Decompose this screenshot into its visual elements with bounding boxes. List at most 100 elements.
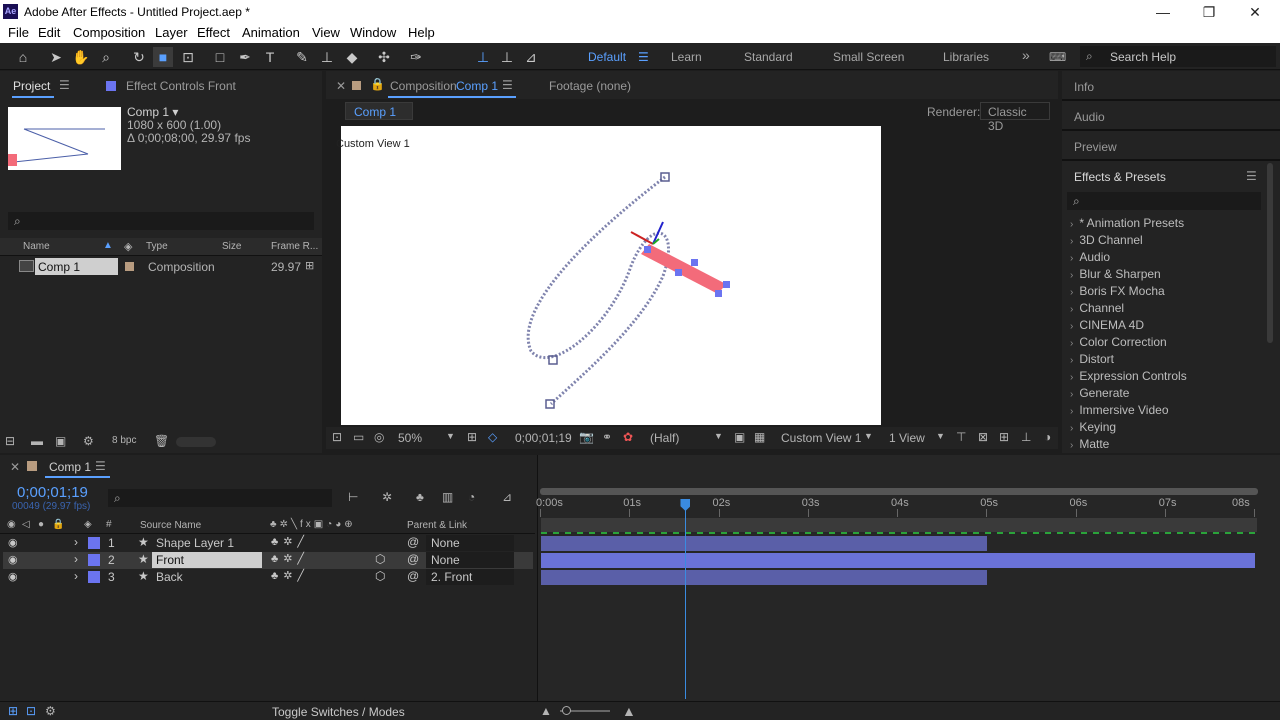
settings-icon[interactable]: ⚙ [83, 434, 94, 448]
lock-icon[interactable]: 🔒 [52, 519, 64, 530]
chevron-down-icon[interactable]: ▼ [714, 431, 723, 441]
comp-breadcrumb[interactable]: Comp 1 [345, 102, 413, 120]
layer-row[interactable]: ◉ › 3 ★ Back ♣✲╱ ⬡ @ 2. Front [3, 569, 533, 586]
type-tool-icon[interactable]: T [260, 47, 280, 67]
shy-layers-icon[interactable]: ♣ [416, 490, 424, 504]
flowchart-icon[interactable]: ⊞ [999, 430, 1009, 444]
timeline-search-input[interactable]: ⌕ [108, 489, 332, 507]
rectangle-tool-icon[interactable]: □ [210, 47, 230, 67]
effect-category[interactable]: › Blur & Sharpen [1070, 267, 1161, 281]
interpret-footage-icon[interactable]: ⊟ [5, 434, 15, 448]
menu-layer[interactable]: Layer [155, 25, 188, 40]
chevron-right-icon[interactable]: › [74, 569, 78, 583]
chevron-right-icon[interactable]: › [74, 552, 78, 566]
transparency-grid-icon[interactable]: ▦ [754, 430, 765, 444]
transfer-controls-toggle-icon[interactable]: ⊡ [26, 704, 36, 718]
toggle-switches-modes[interactable]: Toggle Switches / Modes [272, 705, 405, 719]
rotate-tool-icon[interactable]: ↻ [129, 47, 149, 67]
layer-color-swatch[interactable] [88, 571, 100, 583]
snapshot-icon[interactable]: 📷 [579, 430, 594, 444]
brush-tool-icon[interactable]: ✎ [292, 47, 312, 67]
eye-icon[interactable]: ◉ [8, 536, 18, 549]
menu-edit[interactable]: Edit [38, 25, 60, 40]
layer-switches[interactable]: ♣✲╱ [271, 552, 309, 565]
hand-tool-icon[interactable]: ✋ [71, 47, 91, 67]
show-snapshot-icon[interactable]: ⚭ [602, 430, 612, 444]
selection-tool-icon[interactable]: ➤ [46, 47, 66, 67]
tab-footage[interactable]: Footage (none) [549, 79, 631, 93]
eye-icon[interactable]: ◉ [8, 553, 18, 566]
eraser-tool-icon[interactable]: ◆ [342, 47, 362, 67]
channel-icon[interactable]: ✿ [623, 430, 633, 444]
tab-composition-label[interactable]: Composition [390, 79, 457, 93]
puppet-pin-tool-icon[interactable]: ✑ [406, 47, 426, 67]
menu-effect[interactable]: Effect [197, 25, 230, 40]
zoom-select[interactable]: 50% [398, 431, 422, 445]
menu-window[interactable]: Window [350, 25, 396, 40]
zoom-in-icon[interactable]: ▲ [622, 703, 636, 719]
effects-search-input[interactable]: ⌕ [1067, 192, 1261, 210]
minimize-icon[interactable]: — [1148, 2, 1178, 22]
effect-category[interactable]: › Generate [1070, 386, 1129, 400]
menu-animation[interactable]: Animation [242, 25, 300, 40]
parent-select[interactable]: None [426, 535, 514, 551]
timeline-tab[interactable]: Comp 1 [49, 460, 91, 474]
view-axis-icon[interactable]: ⊿ [521, 47, 541, 67]
viewer-graphic[interactable] [341, 126, 881, 425]
effect-category[interactable]: › Channel [1070, 301, 1124, 315]
composition-viewer[interactable] [341, 126, 881, 425]
col-frame-rate[interactable]: Frame R... [271, 241, 318, 252]
workspace-libraries[interactable]: Libraries [943, 50, 989, 64]
layer-duration-bar[interactable] [541, 536, 988, 551]
time-navigator[interactable] [540, 488, 1258, 495]
effect-category[interactable]: › CINEMA 4D [1070, 318, 1144, 332]
3d-layer-icon[interactable]: ⬡ [375, 552, 385, 566]
effect-category[interactable]: › Audio [1070, 250, 1110, 264]
motion-blur-icon[interactable]: ◔ [468, 490, 475, 504]
label-tag-icon[interactable]: ◈ [124, 240, 132, 253]
time-ruler[interactable]: 0:00s 01s 02s 03s 04s 05s 06s 07s 08s [536, 495, 1258, 517]
eye-icon[interactable]: ◉ [7, 519, 16, 530]
effect-category[interactable]: › Matte [1070, 437, 1109, 451]
tab-composition-name[interactable]: Comp 1 [456, 79, 498, 93]
label-tag-icon[interactable]: ◈ [84, 519, 92, 530]
chevron-down-icon[interactable]: ▼ [936, 431, 945, 441]
effect-category[interactable]: › 3D Channel [1070, 233, 1143, 247]
workspace-learn[interactable]: Learn [671, 50, 702, 64]
col-parent-link[interactable]: Parent & Link [407, 520, 467, 531]
hamburger-menu-icon[interactable]: ☰ [638, 50, 649, 64]
reset-exposure-icon[interactable]: ⊠ [978, 430, 988, 444]
effect-category[interactable]: › Distort [1070, 352, 1114, 366]
layer-color-swatch[interactable] [88, 554, 100, 566]
view-layout-select[interactable]: 1 View [889, 431, 925, 445]
scrollbar[interactable] [1267, 163, 1273, 343]
chevron-right-icon[interactable]: › [74, 535, 78, 549]
comp-name-label[interactable]: Comp 1 ▾ [127, 105, 178, 119]
menu-file[interactable]: File [8, 25, 29, 40]
layer-duration-bar[interactable] [541, 553, 1255, 568]
roto-brush-tool-icon[interactable]: ✣ [374, 47, 394, 67]
close-tab-icon[interactable]: ✕ [336, 79, 346, 93]
set-3d-view-icon[interactable]: ⊤ [956, 430, 966, 444]
clone-stamp-tool-icon[interactable]: ⊥ [317, 47, 337, 67]
home-icon[interactable]: ⌂ [13, 47, 33, 67]
parent-select[interactable]: 2. Front [426, 569, 514, 585]
tab-effect-controls[interactable]: Effect Controls Front [126, 79, 236, 93]
current-time-display[interactable]: 0;00;01;19 [515, 431, 572, 445]
keyboard-icon[interactable]: ⌨ [1049, 50, 1066, 64]
comp-flowchart-icon[interactable]: ⊥ [1021, 430, 1031, 444]
layer-switches[interactable]: ♣✲╱ [271, 535, 309, 548]
fast-previews-icon[interactable]: ▣ [734, 430, 745, 444]
layer-color-swatch[interactable] [88, 537, 100, 549]
tab-project[interactable]: Project [13, 79, 50, 93]
effect-category[interactable]: › Immersive Video [1070, 403, 1169, 417]
safe-margins-icon[interactable]: ⊞ [467, 430, 477, 444]
panel-menu-icon[interactable]: ☰ [1246, 169, 1257, 183]
zoom-slider-thumb[interactable] [562, 706, 571, 715]
workspace-default[interactable]: Default [588, 50, 626, 64]
layer-row-selected[interactable]: ◉ › 2 ★ Front ♣✲╱ ⬡ @ None [3, 552, 533, 569]
project-item-row[interactable]: Comp 1 Composition 29.97 ⊞ [0, 258, 322, 275]
resolution-select[interactable]: (Half) [650, 431, 679, 445]
zoom-tool-icon[interactable]: ⌕ [96, 47, 116, 67]
layer-row[interactable]: ◉ › 1 ★ Shape Layer 1 ♣✲╱ @ None [3, 535, 533, 552]
